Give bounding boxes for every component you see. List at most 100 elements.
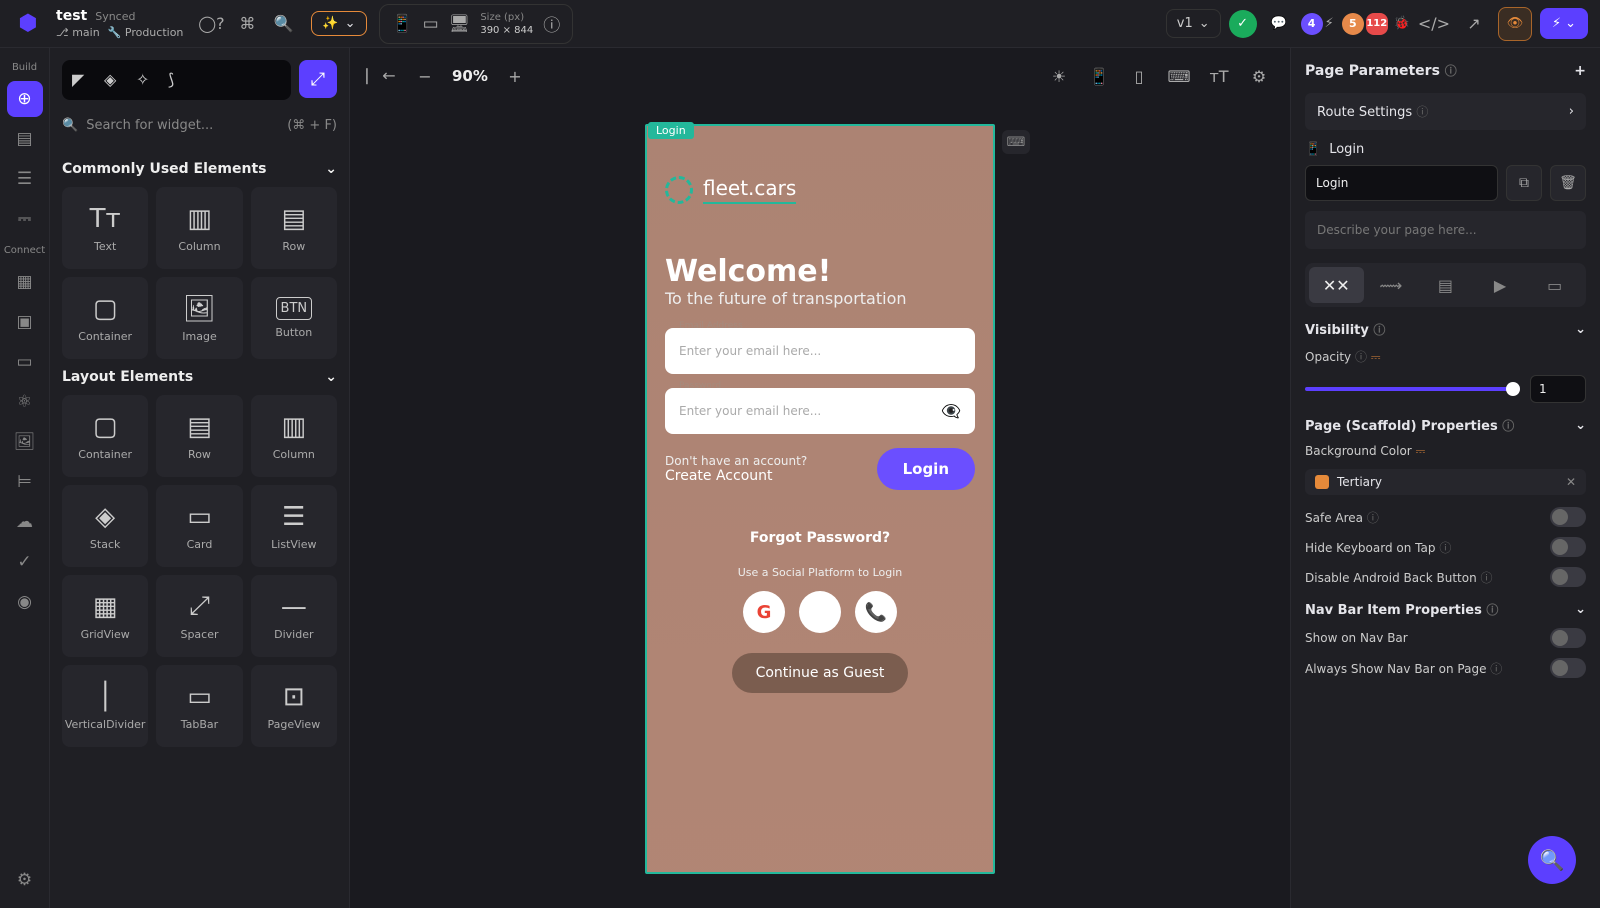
login-button[interactable]: Login xyxy=(877,448,975,490)
firestore-rail-icon[interactable]: ▭ xyxy=(7,344,43,380)
red-count-badge[interactable]: 112 xyxy=(1366,13,1388,35)
always-show-toggle[interactable] xyxy=(1550,658,1586,678)
canvas-settings-icon[interactable]: ⚙ xyxy=(1242,59,1276,93)
text-size-icon[interactable]: ᴛT xyxy=(1202,59,1236,93)
keyboard-icon[interactable]: ⌨ xyxy=(1162,59,1196,93)
image-widget[interactable]: 🖼Image xyxy=(156,277,242,359)
tree-rail-icon[interactable]: ☰ xyxy=(7,161,43,197)
disable-back-toggle[interactable] xyxy=(1550,567,1586,587)
command-icon[interactable]: ⌘ xyxy=(231,8,263,40)
add-param-icon[interactable]: + xyxy=(1574,63,1586,79)
password-field[interactable]: Password Enter your email here... 👁‍🗨 xyxy=(665,388,975,434)
settings-rail-icon[interactable]: ⚙ xyxy=(7,862,43,898)
pageview-widget[interactable]: ⊡PageView xyxy=(251,665,337,747)
help-icon[interactable]: ◯? xyxy=(195,8,227,40)
row-widget-2[interactable]: ▤Row xyxy=(156,395,242,477)
bg-color-chip[interactable]: Tertiary ✕ xyxy=(1305,469,1586,495)
show-nav-toggle[interactable] xyxy=(1550,628,1586,648)
lightning-icon[interactable]: ⚡ xyxy=(1325,16,1334,31)
version-dropdown[interactable]: v1 ⌄ xyxy=(1166,9,1221,38)
db-rail-icon[interactable]: ▦ xyxy=(7,264,43,300)
check-rail-icon[interactable]: ✓ xyxy=(7,544,43,580)
keyboard-badge[interactable]: ⌨ xyxy=(1002,130,1030,154)
actions-tab-icon[interactable]: ⟿ xyxy=(1364,267,1419,303)
container-widget[interactable]: ▢Container xyxy=(62,277,148,359)
email-field[interactable]: Email Address Enter your email here... xyxy=(665,328,975,374)
theme-rail-icon[interactable]: ⊨ xyxy=(7,464,43,500)
guest-button[interactable]: Continue as Guest xyxy=(732,653,909,693)
frame-label[interactable]: Login xyxy=(648,122,694,139)
flutter-template-button[interactable]: ◤ ◈ ✧ ⟆ xyxy=(62,60,291,100)
page-description-input[interactable]: Describe your page here... xyxy=(1305,211,1586,249)
docs-tab-icon[interactable]: ▭ xyxy=(1527,267,1582,303)
apple-login-button[interactable] xyxy=(799,591,841,633)
data-rail-icon[interactable]: ⎓ xyxy=(7,201,43,237)
widgets-rail-icon[interactable]: ⊕ xyxy=(7,81,43,117)
light-mode-icon[interactable]: ☀ xyxy=(1042,59,1076,93)
gridview-widget[interactable]: ▦GridView xyxy=(62,575,148,657)
hide-keyboard-toggle[interactable] xyxy=(1550,537,1586,557)
media-rail-icon[interactable]: 🖼 xyxy=(7,424,43,460)
status-ok-badge[interactable]: ✓ xyxy=(1229,10,1257,38)
google-login-button[interactable]: G xyxy=(743,591,785,633)
spacer-widget[interactable]: ⤢Spacer xyxy=(156,575,242,657)
close-icon[interactable]: ✕ xyxy=(1566,475,1576,489)
forgot-password-link[interactable]: Forgot Password? xyxy=(665,530,975,546)
zoom-in-button[interactable]: + xyxy=(498,59,532,93)
search-fab[interactable]: 🔍 xyxy=(1528,836,1576,884)
pages-rail-icon[interactable]: ▤ xyxy=(7,121,43,157)
scaffold-section[interactable]: Page (Scaffold) Properties ⓘ ⌄ xyxy=(1305,417,1586,434)
vdivider-widget[interactable]: │VerticalDivider xyxy=(62,665,148,747)
design-tab-icon[interactable]: ✕✕ xyxy=(1309,267,1364,303)
preview-button[interactable]: 👁 xyxy=(1498,7,1532,41)
visibility-section[interactable]: Visibility ⓘ ⌄ xyxy=(1305,321,1586,338)
navbar-section[interactable]: Nav Bar Item Properties ⓘ ⌄ xyxy=(1305,601,1586,618)
app-frame[interactable]: fleet.cars Welcome! To the future of tra… xyxy=(645,124,995,874)
button-widget[interactable]: BTNButton xyxy=(251,277,337,359)
card-widget[interactable]: ▭Card xyxy=(156,485,242,567)
zoom-value[interactable]: 90% xyxy=(452,67,488,85)
common-section-header[interactable]: Commonly Used Elements⌄ xyxy=(62,151,337,187)
backend-tab-icon[interactable]: ▤ xyxy=(1418,267,1473,303)
app-logo-icon[interactable]: ⬢ xyxy=(12,8,44,40)
purple-count-badge[interactable]: 4 xyxy=(1301,13,1323,35)
tabbar-widget[interactable]: ▭TabBar xyxy=(156,665,242,747)
column-widget-2[interactable]: ▥Column xyxy=(251,395,337,477)
search-icon[interactable]: 🔍 xyxy=(267,8,299,40)
layout-section-header[interactable]: Layout Elements⌄ xyxy=(62,359,337,395)
safe-area-toggle[interactable] xyxy=(1550,507,1586,527)
text-widget[interactable]: TᴛText xyxy=(62,187,148,269)
state-rail-icon[interactable]: ⚛ xyxy=(7,384,43,420)
divider-widget[interactable]: —Divider xyxy=(251,575,337,657)
listview-widget[interactable]: ☰ListView xyxy=(251,485,337,567)
code-icon[interactable]: </> xyxy=(1418,8,1450,40)
bug-icon[interactable]: 🐞 xyxy=(1394,16,1410,31)
test-rail-icon[interactable]: ◉ xyxy=(7,584,43,620)
animations-tab-icon[interactable]: ▶ xyxy=(1473,267,1528,303)
page-params-header[interactable]: Page Parameters ⓘ + xyxy=(1305,62,1586,79)
orange-count-badge[interactable]: 5 xyxy=(1342,13,1364,35)
phone-preview-icon[interactable]: 📱 xyxy=(1082,59,1116,93)
open-external-icon[interactable]: ↗ xyxy=(1458,8,1490,40)
run-button[interactable]: ⚡⌄ xyxy=(1540,8,1588,39)
zoom-out-button[interactable]: − xyxy=(408,59,442,93)
expand-panel-button[interactable]: ⤢ xyxy=(299,60,337,98)
column-widget[interactable]: ▥Column xyxy=(156,187,242,269)
toggle-password-icon[interactable]: 👁‍🗨 xyxy=(941,402,961,421)
collapse-panel-button[interactable]: ⎸← xyxy=(364,59,398,93)
duplicate-page-button[interactable]: ⧉ xyxy=(1506,165,1542,201)
container-widget-2[interactable]: ▢Container xyxy=(62,395,148,477)
stack-widget[interactable]: ◈Stack xyxy=(62,485,148,567)
chat-icon[interactable]: 💬 xyxy=(1265,10,1293,38)
phone-login-button[interactable]: 📞 xyxy=(855,591,897,633)
widget-search-input[interactable]: 🔍 Search for widget... (⌘ + F) xyxy=(62,112,337,139)
row-widget[interactable]: ▤Row xyxy=(251,187,337,269)
page-name-input[interactable] xyxy=(1305,165,1498,201)
phone-device-icon[interactable]: 📱 xyxy=(392,14,413,34)
api-rail-icon[interactable]: ▣ xyxy=(7,304,43,340)
tablet-device-icon[interactable]: ▭ xyxy=(423,14,439,34)
ai-tool-dropdown[interactable]: ✨ ⌄ xyxy=(311,11,366,36)
cloud-rail-icon[interactable]: ☁ xyxy=(7,504,43,540)
create-account-link[interactable]: Create Account xyxy=(665,468,807,484)
opacity-slider[interactable] xyxy=(1305,387,1520,391)
